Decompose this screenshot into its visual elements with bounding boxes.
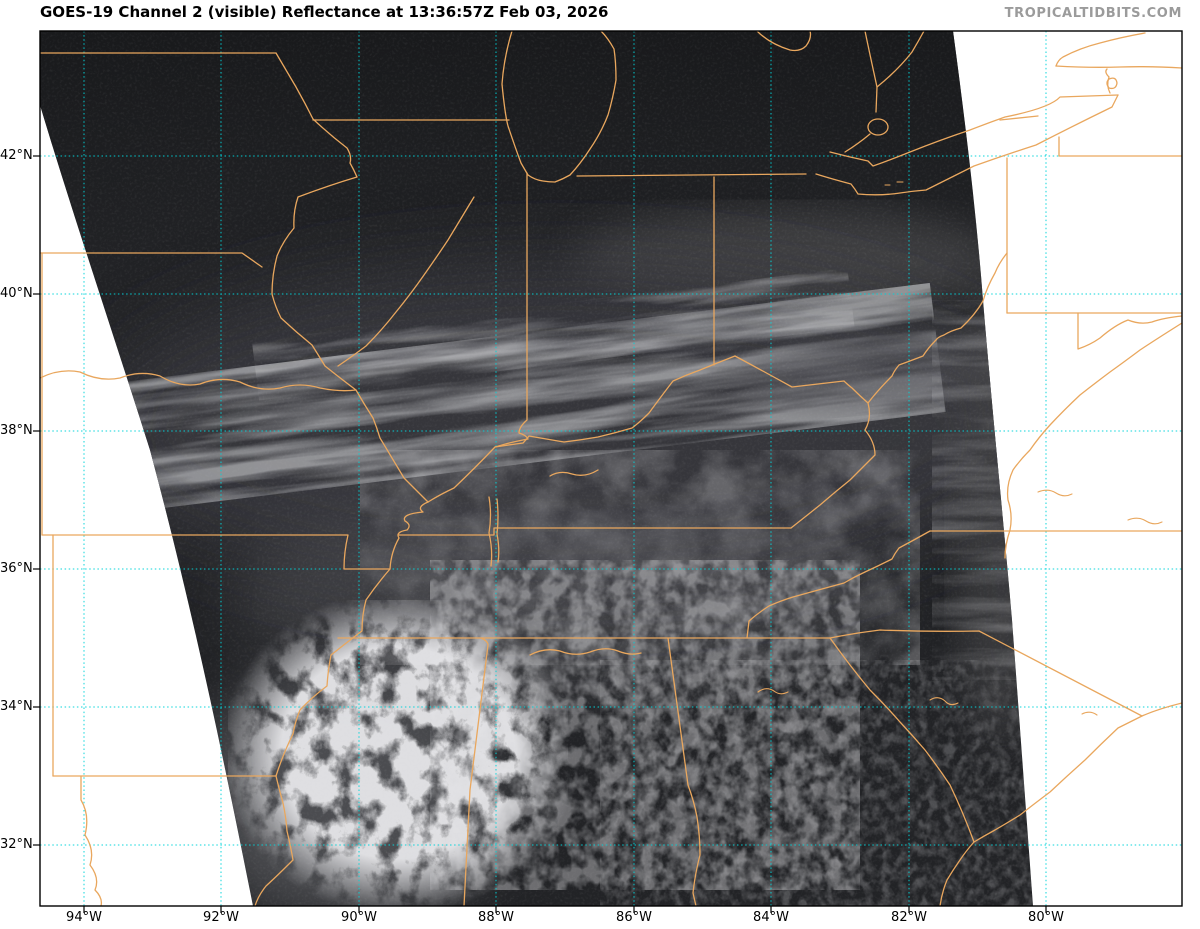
satellite-map [0, 0, 1200, 929]
satellite-image-page: GOES-19 Channel 2 (visible) Reflectance … [0, 0, 1200, 929]
